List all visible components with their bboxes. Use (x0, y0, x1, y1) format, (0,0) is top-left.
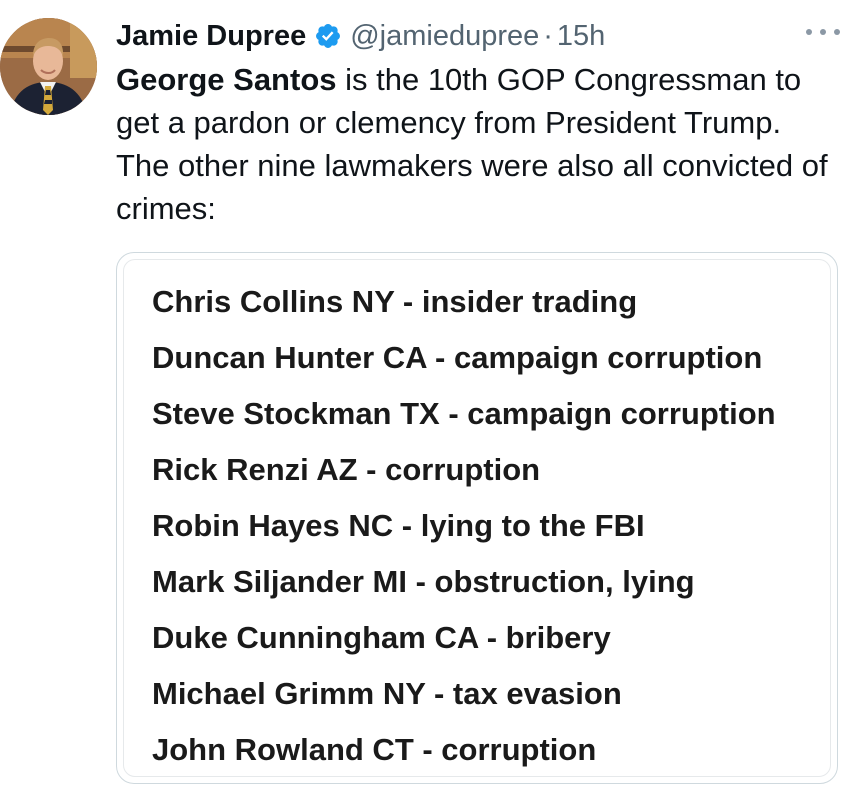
image-frame: Chris Collins NY - insider trading Dunca… (123, 259, 831, 777)
tweet-text: George Santos is the 10th GOP Congressma… (116, 58, 846, 230)
more-dot-icon (820, 29, 826, 35)
avatar-image (0, 18, 97, 115)
verified-badge-icon[interactable] (314, 22, 342, 50)
list-item: John Rowland CT - corruption (152, 732, 597, 767)
list-item: Duke Cunningham CA - bribery (152, 620, 611, 655)
convicted-lawmakers-list: Chris Collins NY - insider trading Dunca… (152, 274, 776, 778)
list-item: Mark Siljander MI - obstruction, lying (152, 564, 695, 599)
tweet-bold-lead: George Santos (116, 62, 337, 97)
tweet[interactable]: Jamie Dupree @jamiedupree · 15h George S… (0, 0, 862, 800)
list-item: Robin Hayes NC - lying to the FBI (152, 508, 645, 543)
tweet-header: Jamie Dupree @jamiedupree · 15h (116, 14, 605, 58)
avatar[interactable] (0, 18, 97, 115)
attached-image[interactable]: Chris Collins NY - insider trading Dunca… (116, 252, 838, 784)
more-options-icon[interactable] (806, 22, 840, 42)
list-item: Michael Grimm NY - tax evasion (152, 676, 622, 711)
more-dot-icon (834, 29, 840, 35)
author-handle[interactable]: @jamiedupree (350, 20, 539, 53)
author-display-name[interactable]: Jamie Dupree (116, 20, 306, 53)
list-item: Steve Stockman TX - campaign corruption (152, 396, 776, 431)
list-item: Chris Collins NY - insider trading (152, 284, 638, 319)
tweet-timestamp[interactable]: 15h (557, 20, 605, 53)
list-item: Rick Renzi AZ - corruption (152, 452, 541, 487)
list-item: Duncan Hunter CA - campaign corruption (152, 340, 763, 375)
separator-dot: · (543, 19, 553, 52)
more-dot-icon (806, 29, 812, 35)
